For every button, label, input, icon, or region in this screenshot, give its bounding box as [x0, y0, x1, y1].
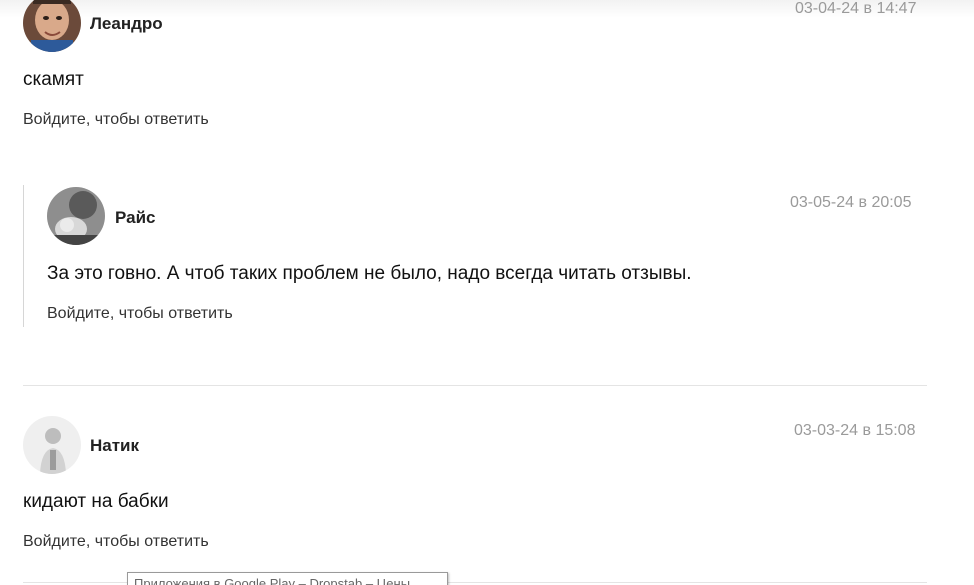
avatar[interactable] [23, 0, 81, 52]
login-to-reply-link[interactable]: Войдите, чтобы ответить [23, 111, 209, 129]
comment-date: 03-03-24 в 15:08 [794, 422, 916, 439]
avatar[interactable] [47, 187, 105, 245]
comment-date: 03-04-24 в 14:47 [795, 0, 917, 17]
reply-thread-rail [23, 185, 24, 327]
author-name: Натик [90, 436, 140, 455]
comment-text: кидают на бабки [23, 491, 169, 512]
comment-divider [23, 385, 927, 386]
login-to-reply-link[interactable]: Войдите, чтобы ответить [47, 305, 233, 323]
comment-date: 03-05-24 в 20:05 [790, 194, 912, 211]
avatar[interactable] [23, 416, 81, 474]
link-tooltip: Приложения в Google Play – Dropstab – Це… [127, 572, 448, 585]
comments-page: Леандро 03-04-24 в 14:47 скамят Войдите,… [0, 0, 974, 585]
comment-text: За это говно. А чтоб таких проблем не бы… [47, 263, 692, 284]
author-name: Леандро [90, 14, 163, 33]
comment-text: скамят [23, 69, 84, 90]
author-name: Райс [115, 208, 156, 227]
login-to-reply-link[interactable]: Войдите, чтобы ответить [23, 533, 209, 551]
